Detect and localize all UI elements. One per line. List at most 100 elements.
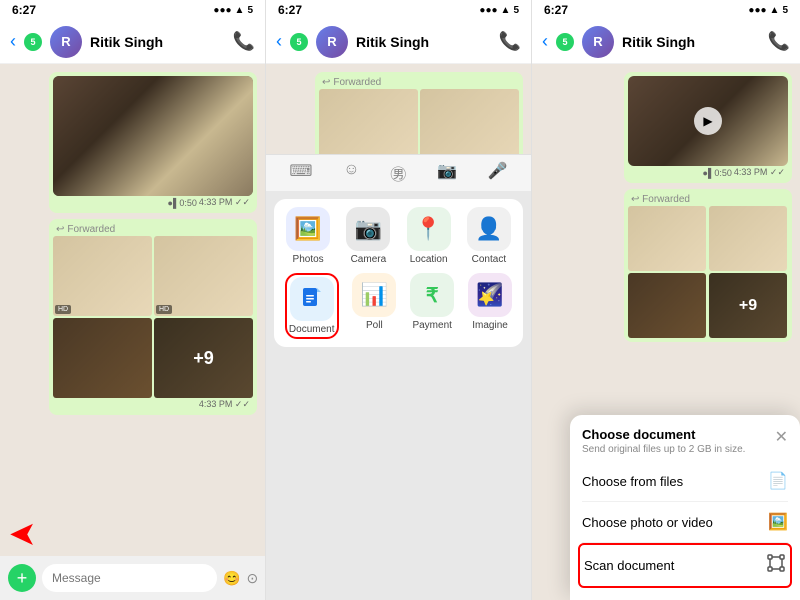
- photo-cell-2b: [420, 89, 519, 154]
- forwarded-label-2: ↩Forwarded: [319, 76, 519, 89]
- contact-name-2: Ritik Singh: [356, 34, 491, 50]
- payment-icon: ₹: [410, 273, 454, 317]
- status-icons-1: ●●● ▲ 5: [213, 5, 253, 16]
- video-message: ▶ ●▌0:50 4:33 PM ✓✓: [49, 72, 257, 213]
- attach-payment[interactable]: ₹ Payment: [410, 273, 454, 339]
- status-bar-1: 6:27 ●●● ▲ 5: [0, 0, 265, 20]
- forwarded-bubble-2: ↩Forwarded +9 4:33 PM ✓✓: [315, 72, 523, 154]
- panel-1: 6:27 ●●● ▲ 5 ‹ 5 R Ritik Singh 📞 ▶ ●▌0:5…: [0, 0, 266, 600]
- bg-ts: 4:33 PM ✓✓: [734, 167, 785, 178]
- back-button-3[interactable]: ‹: [542, 31, 548, 52]
- attach-document[interactable]: Document: [285, 273, 339, 339]
- bg-video-meta: ●▌0:50 4:33 PM ✓✓: [628, 166, 788, 179]
- bg-fwd: ↩ Forwarded: [628, 193, 788, 206]
- choose-files-option[interactable]: Choose from files 📄: [582, 461, 788, 502]
- attach-camera[interactable]: 📷 Camera: [346, 207, 390, 265]
- mic-toolbar-icon[interactable]: 🎤: [488, 161, 508, 185]
- contact-name-3: Ritik Singh: [622, 34, 760, 50]
- hd-badge: HD: [55, 305, 71, 314]
- video-meta: ●▌0:50 4:33 PM ✓✓: [53, 196, 253, 209]
- bg-video: ▶ ●▌0:50 4:33 PM ✓✓: [624, 72, 792, 183]
- bg-p4: +9: [709, 273, 787, 338]
- scan-document-option[interactable]: Scan document: [578, 543, 792, 588]
- photos-timestamp: 4:33 PM ✓✓: [199, 399, 250, 410]
- photos-icon-glyph: 🖼️: [294, 216, 321, 242]
- attach-location[interactable]: 📍 Location: [407, 207, 451, 265]
- camera-toolbar-icon[interactable]: 📷: [437, 161, 457, 185]
- scan-document-label: Scan document: [584, 558, 674, 573]
- bg-p3: [628, 273, 706, 338]
- gif-icon[interactable]: ㊚: [390, 161, 406, 185]
- battery-icon-2: 5: [513, 5, 519, 16]
- panel-3: 6:27 ●●● ▲ 5 ‹ 5 R Ritik Singh 📞 ▶ ●▌0:5…: [532, 0, 800, 600]
- unread-badge-3: 5: [556, 33, 574, 51]
- wifi-icon: ▲: [235, 5, 245, 16]
- call-icon-3[interactable]: 📞: [768, 31, 790, 52]
- call-icon-2[interactable]: 📞: [499, 31, 521, 52]
- sticker-icon-1[interactable]: ⊙: [246, 570, 258, 587]
- message-input-1[interactable]: [42, 564, 217, 592]
- photo-cell-3: [53, 318, 152, 398]
- chat-area-1: ▶ ●▌0:50 4:33 PM ✓✓ ↩Forwarded HD HD +9: [0, 64, 265, 556]
- chat-header-2: ‹ 5 R Ritik Singh 📞: [266, 20, 531, 64]
- poll-label: Poll: [366, 320, 383, 331]
- unread-badge-2: 5: [290, 33, 308, 51]
- payment-label: Payment: [412, 320, 451, 331]
- document-picker-sheet: Choose document Send original files up t…: [570, 415, 800, 600]
- attach-plus-button[interactable]: +: [8, 564, 36, 592]
- imagine-label: Imagine: [472, 320, 508, 331]
- choose-photo-label: Choose photo or video: [582, 515, 713, 530]
- attach-imagine[interactable]: 🌠 Imagine: [468, 273, 512, 339]
- status-icons-2: ●●● ▲ 5: [479, 5, 519, 16]
- status-icons-3: ●●● ▲ 5: [748, 5, 788, 16]
- emoji-toolbar-icon[interactable]: ☺: [343, 161, 359, 185]
- contact-icon: 👤: [467, 207, 511, 251]
- poll-icon-glyph: 📊: [361, 282, 388, 308]
- photo-grid-1: HD HD +9: [53, 236, 253, 398]
- attach-contact[interactable]: 👤 Contact: [467, 207, 511, 265]
- forwarded-bubble-1: ↩Forwarded HD HD +9 4:33 PM ✓✓: [49, 219, 257, 415]
- back-button-1[interactable]: ‹: [10, 31, 16, 52]
- signal-icon-3: ●●●: [748, 5, 766, 16]
- bg-photos: ↩ Forwarded +9: [624, 189, 792, 342]
- chat-area-2: ↩Forwarded +9 4:33 PM ✓✓: [266, 64, 531, 154]
- doc-title-group: Choose document Send original files up t…: [582, 427, 745, 455]
- attach-grid: 🖼️ Photos 📷 Camera 📍 Location 👤: [274, 199, 523, 347]
- bg-play-btn: ▶: [694, 107, 722, 135]
- camera-icon-glyph: 📷: [355, 216, 382, 242]
- photos-label: Photos: [293, 254, 324, 265]
- contact-icon-glyph: 👤: [475, 216, 502, 242]
- panel-2: 6:27 ●●● ▲ 5 ‹ 5 R Ritik Singh 📞 ↩Forwar…: [266, 0, 532, 600]
- doc-picker-overlay: ▶ ●▌0:50 4:33 PM ✓✓ ↩ Forwarded +9: [532, 64, 800, 600]
- photo-cell-plus: +9: [154, 318, 253, 398]
- bg-p2: [709, 206, 787, 271]
- emoji-icon-1[interactable]: 😊: [223, 570, 240, 587]
- toolbar-icons: ⌨ ☺ ㊚ 📷 🎤: [266, 154, 531, 191]
- call-icon-1[interactable]: 📞: [233, 31, 255, 52]
- bg-p1: [628, 206, 706, 271]
- document-label: Document: [289, 324, 335, 335]
- location-icon-glyph: 📍: [415, 216, 442, 242]
- status-bar-2: 6:27 ●●● ▲ 5: [266, 0, 531, 20]
- wifi-icon-2: ▲: [501, 5, 511, 16]
- signal-icon: ●●●: [213, 5, 231, 16]
- unread-badge-1: 5: [24, 33, 42, 51]
- photo-cell-2: HD: [154, 236, 253, 316]
- camera-label: Camera: [351, 254, 387, 265]
- contact-label: Contact: [472, 254, 506, 265]
- keyboard-icon[interactable]: ⌨: [289, 161, 312, 185]
- doc-sheet-header: Choose document Send original files up t…: [582, 427, 788, 455]
- photos-icon: 🖼️: [286, 207, 330, 251]
- wifi-icon-3: ▲: [770, 5, 780, 16]
- attach-photos[interactable]: 🖼️ Photos: [286, 207, 330, 265]
- bg-grid: +9: [628, 206, 788, 338]
- choose-photo-video-option[interactable]: Choose photo or video 🖼️: [582, 502, 788, 543]
- battery-icon-3: 5: [782, 5, 788, 16]
- attach-poll[interactable]: 📊 Poll: [352, 273, 396, 339]
- poll-icon: 📊: [352, 273, 396, 317]
- red-arrow: ➤: [10, 517, 35, 552]
- contact-name-1: Ritik Singh: [90, 34, 225, 50]
- choose-files-label: Choose from files: [582, 474, 683, 489]
- close-doc-sheet-button[interactable]: ✕: [775, 427, 788, 447]
- back-button-2[interactable]: ‹: [276, 31, 282, 52]
